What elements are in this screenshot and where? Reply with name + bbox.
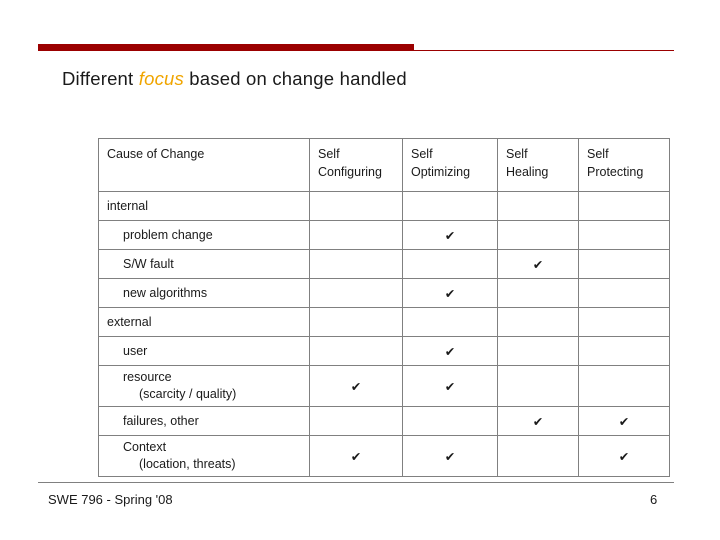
footer-divider xyxy=(38,482,674,483)
row-label-user: user xyxy=(98,336,310,366)
cell-failures-optimizing xyxy=(402,406,498,436)
table-row: S/W fault ✔ xyxy=(98,249,670,279)
check-icon: ✔ xyxy=(444,343,456,359)
title-underline xyxy=(38,50,674,51)
column-header-self-protecting: Self Protecting xyxy=(578,138,670,192)
column-header-self-protecting-l1: Self xyxy=(587,147,609,161)
row-label-failures-other: failures, other xyxy=(98,406,310,436)
column-header-self-optimizing-l2: Optimizing xyxy=(411,165,471,180)
cell-problem-change-healing xyxy=(497,220,579,250)
column-header-self-configuring-l1: Self xyxy=(318,147,340,161)
cell-external-protecting xyxy=(578,307,670,337)
cell-user-healing xyxy=(497,336,579,366)
row-label-external: external xyxy=(98,307,310,337)
check-icon: ✔ xyxy=(532,413,544,429)
cell-internal-healing xyxy=(497,191,579,221)
footer-course: SWE 796 - Spring '08 xyxy=(48,492,173,507)
table-row: new algorithms ✔ xyxy=(98,278,670,308)
table-row: Context (location, threats) ✔ ✔ ✔ xyxy=(98,435,670,477)
check-icon: ✔ xyxy=(444,285,456,301)
column-header-self-healing: Self Healing xyxy=(497,138,579,192)
cell-sw-fault-optimizing xyxy=(402,249,498,279)
row-label-context-l1: Context xyxy=(123,440,167,455)
column-header-self-configuring: Self Configuring xyxy=(309,138,403,192)
cell-failures-configuring xyxy=(309,406,403,436)
cell-external-healing xyxy=(497,307,579,337)
cell-sw-fault-healing: ✔ xyxy=(497,249,579,279)
slide: Different focus based on change handled … xyxy=(0,0,720,540)
cell-context-configuring: ✔ xyxy=(309,435,403,477)
cell-resource-healing xyxy=(497,365,579,407)
table-row: failures, other ✔ ✔ xyxy=(98,406,670,436)
row-label-resource: resource (scarcity / quality) xyxy=(98,365,310,407)
cell-external-configuring xyxy=(309,307,403,337)
table-row: problem change ✔ xyxy=(98,220,670,250)
table-header-row: Cause of Change Self Configuring Self Op… xyxy=(98,138,670,192)
footer-page-number: 6 xyxy=(650,492,658,507)
cell-user-configuring xyxy=(309,336,403,366)
cell-internal-protecting xyxy=(578,191,670,221)
cell-resource-optimizing: ✔ xyxy=(402,365,498,407)
table-row: resource (scarcity / quality) ✔ ✔ xyxy=(98,365,670,407)
row-label-sw-fault: S/W fault xyxy=(98,249,310,279)
cell-sw-fault-configuring xyxy=(309,249,403,279)
column-header-cause: Cause of Change xyxy=(98,138,310,192)
cell-external-optimizing xyxy=(402,307,498,337)
title-keyword: focus xyxy=(138,68,184,89)
cell-sw-fault-protecting xyxy=(578,249,670,279)
cell-problem-change-optimizing: ✔ xyxy=(402,220,498,250)
check-icon: ✔ xyxy=(444,448,456,464)
cell-problem-change-protecting xyxy=(578,220,670,250)
table-row: user ✔ xyxy=(98,336,670,366)
cell-new-algorithms-healing xyxy=(497,278,579,308)
cell-problem-change-configuring xyxy=(309,220,403,250)
row-label-problem-change: problem change xyxy=(98,220,310,250)
table-row: external xyxy=(98,307,670,337)
column-header-self-healing-l2: Healing xyxy=(506,165,549,180)
title-prefix: Different xyxy=(62,68,139,89)
row-label-internal: internal xyxy=(98,191,310,221)
cell-new-algorithms-configuring xyxy=(309,278,403,308)
column-header-self-optimizing: Self Optimizing xyxy=(402,138,498,192)
matrix-table-wrapper: Cause of Change Self Configuring Self Op… xyxy=(98,138,670,477)
row-label-resource-l1: resource xyxy=(123,370,172,385)
column-header-self-optimizing-l1: Self xyxy=(411,147,433,161)
page-title: Different focus based on change handled xyxy=(62,68,407,90)
cell-resource-configuring: ✔ xyxy=(309,365,403,407)
check-icon: ✔ xyxy=(444,227,456,243)
cell-context-optimizing: ✔ xyxy=(402,435,498,477)
cell-context-healing xyxy=(497,435,579,477)
cell-new-algorithms-optimizing: ✔ xyxy=(402,278,498,308)
cell-failures-healing: ✔ xyxy=(497,406,579,436)
cell-failures-protecting: ✔ xyxy=(578,406,670,436)
row-label-new-algorithms: new algorithms xyxy=(98,278,310,308)
row-label-context-l2: (location, threats) xyxy=(139,457,236,471)
check-icon: ✔ xyxy=(618,448,630,464)
table-row: internal xyxy=(98,191,670,221)
cell-resource-protecting xyxy=(578,365,670,407)
check-icon: ✔ xyxy=(532,256,544,272)
cell-user-optimizing: ✔ xyxy=(402,336,498,366)
cell-new-algorithms-protecting xyxy=(578,278,670,308)
cell-context-protecting: ✔ xyxy=(578,435,670,477)
title-suffix: based on change handled xyxy=(183,68,407,89)
cell-internal-optimizing xyxy=(402,191,498,221)
row-label-resource-l2: (scarcity / quality) xyxy=(139,387,237,401)
check-icon: ✔ xyxy=(350,448,362,464)
row-label-context: Context (location, threats) xyxy=(98,435,310,477)
change-focus-matrix: Cause of Change Self Configuring Self Op… xyxy=(98,138,670,477)
check-icon: ✔ xyxy=(618,413,630,429)
column-header-self-protecting-l2: Protecting xyxy=(587,165,644,180)
check-icon: ✔ xyxy=(350,378,362,394)
cell-user-protecting xyxy=(578,336,670,366)
cell-internal-configuring xyxy=(309,191,403,221)
column-header-self-healing-l1: Self xyxy=(506,147,528,161)
column-header-self-configuring-l2: Configuring xyxy=(318,165,382,180)
column-header-cause-label: Cause of Change xyxy=(107,147,205,161)
check-icon: ✔ xyxy=(444,378,456,394)
